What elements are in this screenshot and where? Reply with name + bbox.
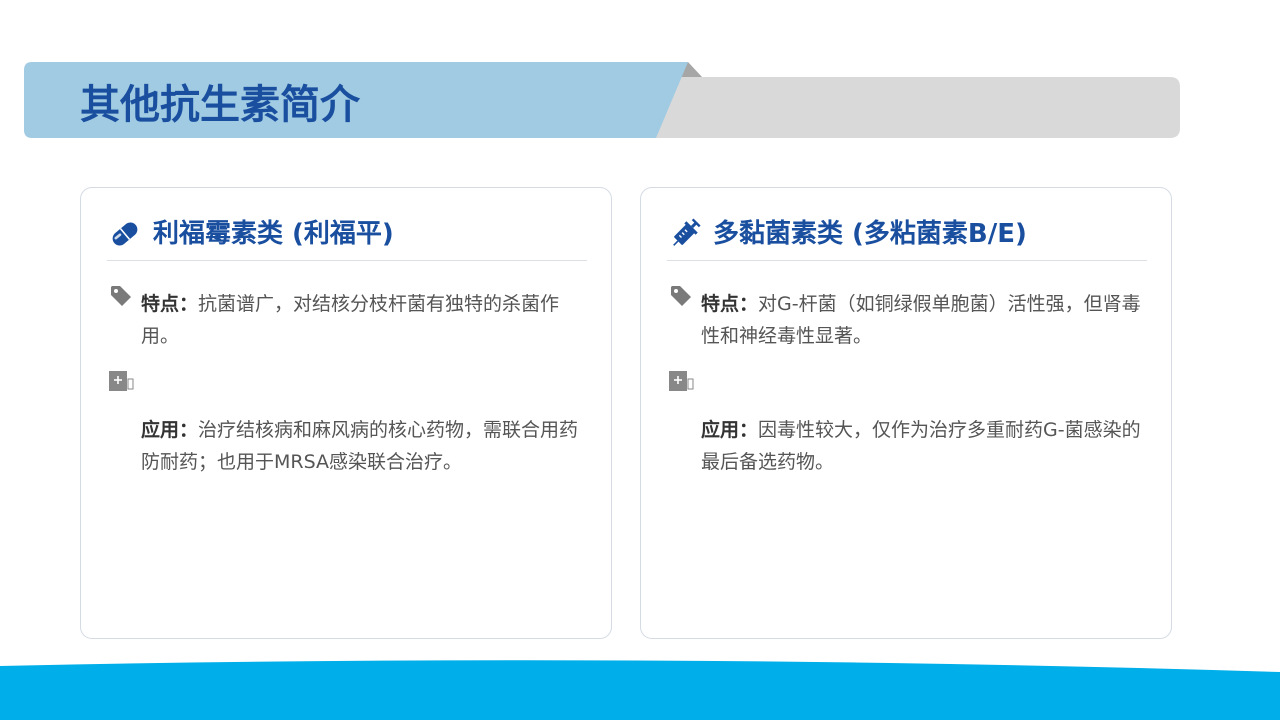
card-title: 利福霉素类 (利福平) xyxy=(153,219,394,249)
application-label: 应用： xyxy=(701,419,759,441)
application-paragraph: 应用：治疗结核病和麻风病的核心药物，需联合用药防耐药；也用于MRSA感染联合治疗… xyxy=(141,414,591,478)
add-document-icon xyxy=(109,371,134,391)
card-rifamycin: 利福霉素类 (利福平) 特点：抗菌谱广，对结核分枝杆菌有独特的杀菌作用。 应用：… xyxy=(80,187,612,639)
feature-label: 特点： xyxy=(701,293,759,315)
card-header: 多黏菌素类 (多粘菌素B/E) xyxy=(667,214,1147,261)
application-text: 因毒性较大，仅作为治疗多重耐药G-菌感染的最后备选药物。 xyxy=(701,419,1141,473)
feature-label: 特点： xyxy=(141,293,199,315)
page-title: 其他抗生素简介 xyxy=(80,82,360,128)
card-polymyxin: 多黏菌素类 (多粘菌素B/E) 特点：对G-杆菌（如铜绿假单胞菌）活性强，但肾毒… xyxy=(640,187,1172,639)
tag-icon xyxy=(671,286,691,306)
application-text: 治疗结核病和麻风病的核心药物，需联合用药防耐药；也用于MRSA感染联合治疗。 xyxy=(141,419,579,473)
application-label: 应用： xyxy=(141,419,199,441)
card-header: 利福霉素类 (利福平) xyxy=(107,214,587,261)
footer-wave xyxy=(0,660,1280,720)
syringe-icon xyxy=(673,218,701,246)
feature-text: 抗菌谱广，对结核分枝杆菌有独特的杀菌作用。 xyxy=(141,293,560,347)
tag-icon xyxy=(111,286,131,306)
capsule-icon xyxy=(112,222,138,246)
feature-text: 对G-杆菌（如铜绿假单胞菌）活性强，但肾毒性和神经毒性显著。 xyxy=(701,293,1141,347)
application-paragraph: 应用：因毒性较大，仅作为治疗多重耐药G-菌感染的最后备选药物。 xyxy=(701,414,1151,478)
add-document-icon xyxy=(669,371,694,391)
card-title: 多黏菌素类 (多粘菌素B/E) xyxy=(713,219,1027,249)
feature-paragraph: 特点：抗菌谱广，对结核分枝杆菌有独特的杀菌作用。 xyxy=(141,288,591,352)
feature-paragraph: 特点：对G-杆菌（如铜绿假单胞菌）活性强，但肾毒性和神经毒性显著。 xyxy=(701,288,1151,352)
